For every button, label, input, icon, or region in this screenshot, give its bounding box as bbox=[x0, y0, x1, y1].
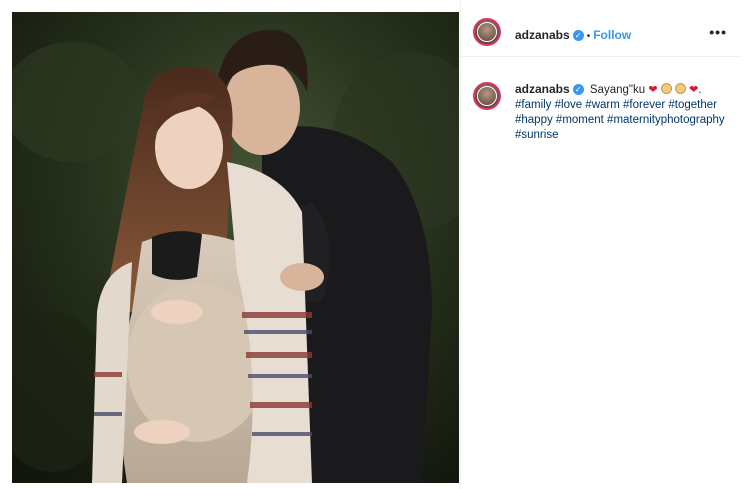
separator-dot: • bbox=[586, 31, 591, 42]
verified-badge-icon: ✓ bbox=[572, 84, 584, 96]
instagram-post: adzanabs ✓ • Follow ••• adzanabs ✓ Sayang"ku… bbox=[0, 0, 745, 489]
more-options-icon[interactable]: ••• bbox=[709, 24, 727, 40]
caption-trailing: . bbox=[698, 84, 702, 96]
maternity-photo-illustration bbox=[12, 12, 459, 483]
caption-text-block: adzanabs ✓ Sayang"ku ❤ ❤. #family #love #… bbox=[515, 82, 730, 143]
caption-avatar[interactable] bbox=[473, 82, 501, 110]
post-photo[interactable] bbox=[12, 12, 459, 483]
caption-username[interactable]: adzanabs bbox=[515, 82, 570, 96]
follow-button[interactable]: Follow bbox=[593, 28, 631, 42]
author-avatar[interactable] bbox=[473, 18, 501, 46]
author-username[interactable]: adzanabs bbox=[515, 28, 570, 42]
author-line: adzanabs ✓ • Follow bbox=[515, 28, 631, 42]
caption-hashtags[interactable]: #family #love #warm #forever #together #… bbox=[515, 99, 725, 141]
caption-text: Sayang"ku bbox=[589, 84, 646, 96]
baby-face-icon bbox=[660, 83, 672, 94]
post-header: adzanabs ✓ • Follow ••• bbox=[461, 12, 741, 57]
post-sidebar: adzanabs ✓ • Follow ••• adzanabs ✓ Sayang"ku… bbox=[460, 0, 741, 489]
baby-face-icon bbox=[674, 83, 686, 94]
red-heart-icon: ❤ bbox=[648, 84, 658, 96]
verified-badge-icon: ✓ bbox=[572, 30, 584, 42]
red-heart-icon: ❤ bbox=[689, 84, 699, 96]
